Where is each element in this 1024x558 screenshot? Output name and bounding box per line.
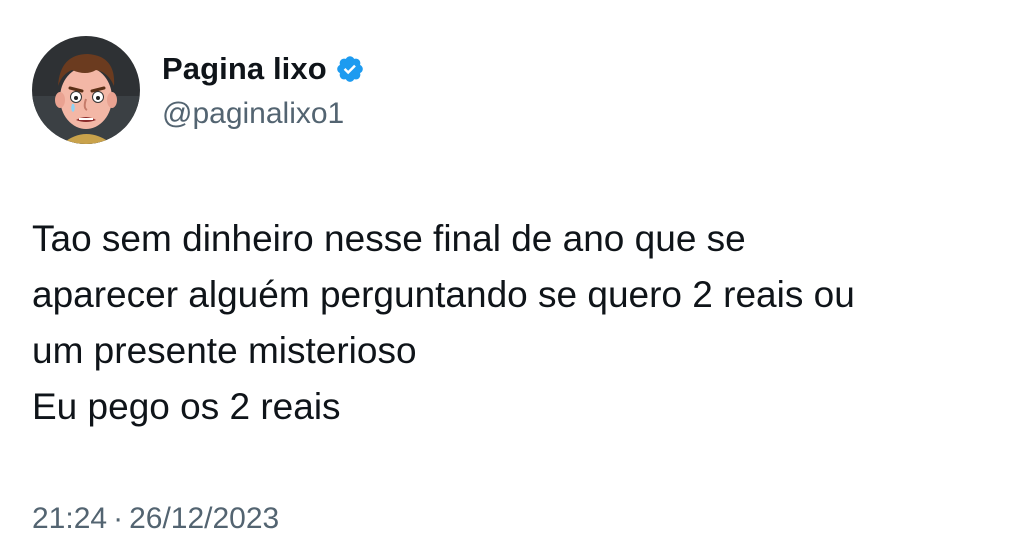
tweet-text-line: Eu pego os 2 reais	[32, 386, 341, 427]
tweet-date: 26/12/2023	[129, 502, 280, 535]
author-handle[interactable]: @paginalixo1	[162, 97, 365, 131]
tweet-header: Pagina lixo @paginalixo1	[32, 36, 365, 144]
display-name-row: Pagina lixo	[162, 49, 365, 89]
verified-badge-icon[interactable]	[335, 54, 365, 84]
tweet-text-line: Tao sem dinheiro nesse final de ano que …	[32, 218, 746, 259]
author-names: Pagina lixo @paginalixo1	[162, 49, 365, 131]
tweet-text-line: aparecer alguém perguntando se quero 2 r…	[32, 274, 855, 315]
avatar[interactable]	[32, 36, 140, 144]
display-name[interactable]: Pagina lixo	[162, 51, 327, 87]
meta-separator: ·	[113, 502, 124, 535]
tweet-card: Pagina lixo @paginalixo1 Tao sem dinheir…	[0, 0, 1024, 558]
cartoon-face-avatar-icon	[32, 36, 140, 144]
tweet-time: 21:24	[32, 502, 108, 535]
tweet-timestamp[interactable]: 21:24 · 26/12/2023	[32, 502, 279, 536]
tweet-text-line: um presente misterioso	[32, 330, 417, 371]
tweet-text: Tao sem dinheiro nesse final de ano que …	[32, 211, 992, 435]
